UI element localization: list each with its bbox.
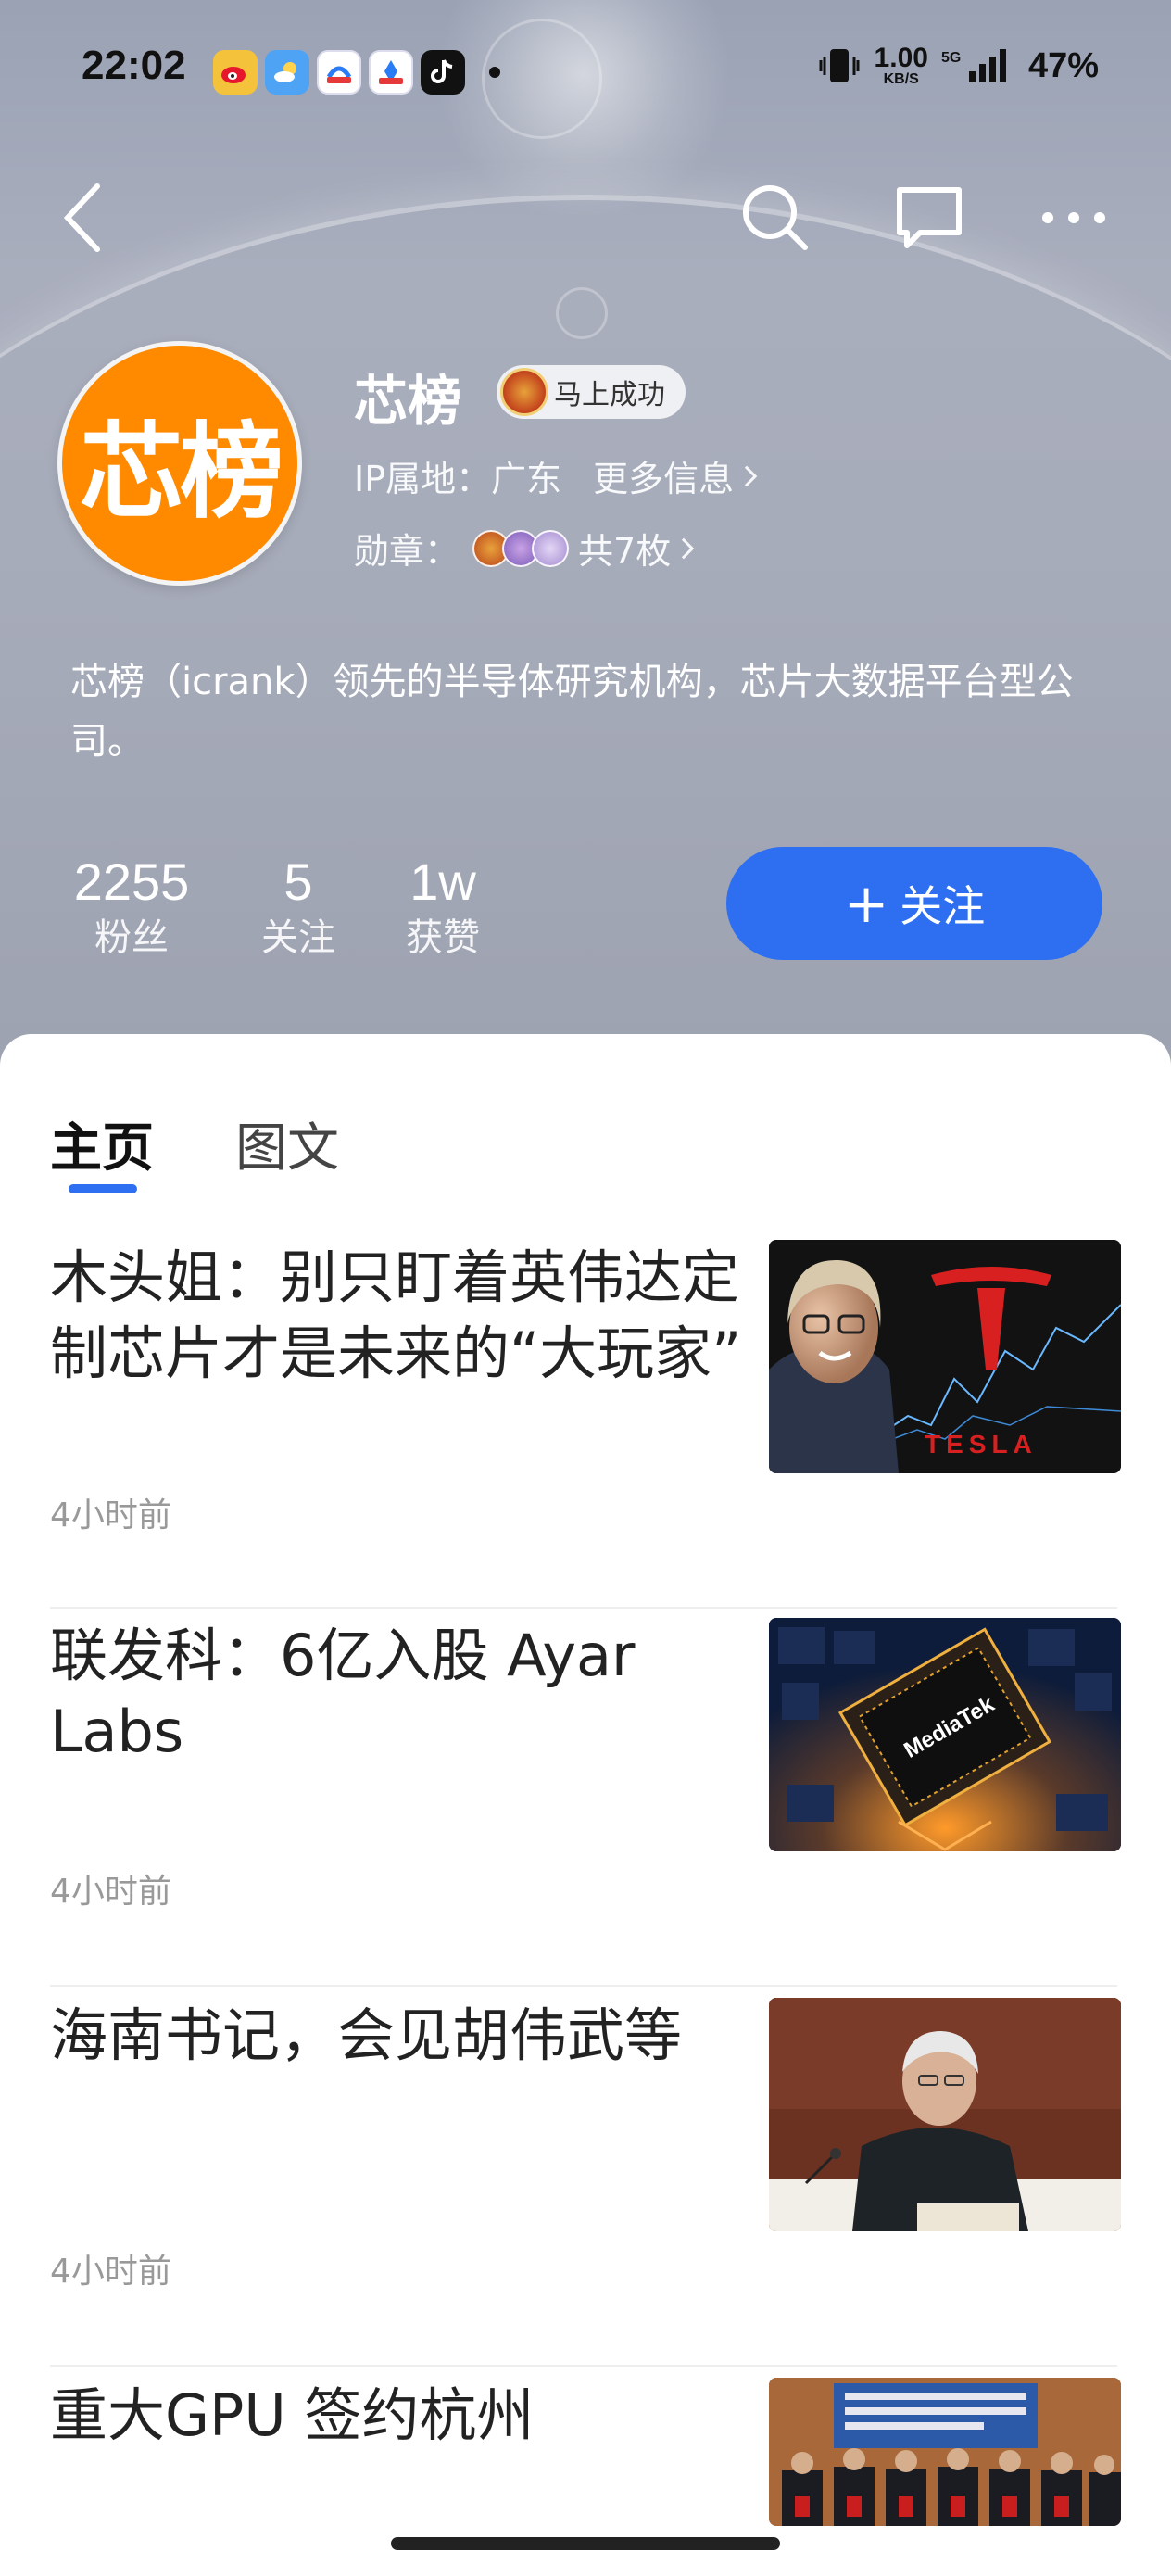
mediatek-chip-image: MediaTek: [769, 1618, 1121, 1851]
article-time: 4小时前: [50, 1873, 171, 1911]
badges-count: 共7枚: [578, 531, 672, 572]
title-medal-icon: [500, 368, 548, 416]
home-indicator[interactable]: [391, 2537, 780, 2550]
article-title: 重大GPU 签约杭州: [50, 2381, 535, 2449]
network-speed: 1.00 KB/S: [875, 44, 928, 87]
weather-app-icon: [265, 50, 309, 95]
more-icon: [1042, 212, 1105, 223]
article-thumbnail: [769, 2378, 1121, 2526]
ip-location: IP属地：广东: [354, 459, 562, 499]
network-speed-value: 1.00: [874, 43, 928, 73]
article-thumbnail: [769, 1998, 1121, 2231]
message-icon: [897, 187, 962, 248]
stat-likes: 1w 获赞: [387, 852, 498, 964]
article-thumbnail: MediaTek: [769, 1618, 1121, 1851]
stat-value: 5: [283, 852, 313, 911]
article-item[interactable]: 海南书记，会见胡伟武等 4小时前: [50, 1998, 1121, 2368]
avatar-text: 芯榜: [80, 412, 283, 533]
badges-row[interactable]: 勋章： 共7枚: [354, 523, 695, 574]
active-tab-indicator: [69, 1184, 137, 1193]
network-speed-unit: KB/S: [883, 71, 919, 87]
profile-screen: 22:02 1.00 KB/S 5G 47% 芯榜 芯榜 马上成功 IP属地：广…: [0, 0, 1171, 2576]
article-time: 4小时前: [50, 1496, 171, 1534]
thumb-tesla-text: TESLA: [925, 1430, 1038, 1458]
tiktok-app-icon: [421, 50, 465, 95]
status-bar: 22:02 1.00 KB/S 5G 47%: [0, 37, 1171, 102]
stat-followers[interactable]: 2255 粉丝: [67, 852, 196, 964]
article-title: 联发科：6亿入股 Ayar Labs: [50, 1622, 636, 1765]
health-app-icon: [369, 50, 413, 95]
article-item[interactable]: 木头姐：别只盯着英伟达定制芯片才是未来的“大玩家” 4小时前 TESLA: [50, 1240, 1121, 1610]
back-button[interactable]: [43, 176, 126, 259]
follow-button-label: 关注: [900, 881, 986, 931]
more-notifications-dot: [489, 67, 500, 78]
shopping-app-icon: [317, 50, 361, 95]
tab-home[interactable]: 主页: [50, 1106, 154, 1181]
profile-bio: 芯榜（icrank）领先的半导体研究机构，芯片大数据平台型公司。: [70, 661, 1074, 763]
profile-name: 芯榜: [354, 370, 462, 433]
stat-value: 2255: [73, 852, 190, 911]
medal-icon: [532, 529, 570, 567]
battery-level: 47%: [1027, 45, 1099, 85]
article-title: 木头姐：别只盯着英伟达定制芯片才是未来的“大玩家”: [50, 1244, 742, 1387]
badges-label: 勋章：: [354, 531, 460, 572]
stat-value: 1w: [409, 852, 476, 911]
title-badge-label: 马上成功: [554, 379, 665, 411]
meeting-photo-image: [769, 1998, 1121, 2231]
article-divider: [50, 1985, 1117, 1987]
badge-medals: [472, 529, 570, 567]
plus-icon: +: [843, 872, 889, 935]
stat-label: 粉丝: [94, 916, 169, 959]
ip-location-row: IP属地：广东 更多信息: [354, 450, 758, 501]
chevron-right-icon: [673, 537, 695, 559]
article-divider: [50, 1607, 1117, 1609]
stat-label: 关注: [261, 916, 335, 959]
article-time: 4小时前: [50, 2253, 171, 2291]
search-icon: [743, 185, 808, 250]
network-type: 5G: [941, 50, 961, 66]
article-item[interactable]: 联发科：6亿入股 Ayar Labs 4小时前 MediaTek: [50, 1618, 1121, 1989]
message-button[interactable]: [888, 176, 971, 259]
weibo-app-icon: [213, 50, 258, 95]
back-icon: [63, 183, 100, 252]
more-button[interactable]: [1032, 176, 1115, 259]
bubble-decoration: [556, 287, 608, 339]
content-card: 主页 图文 木头姐：别只盯着英伟达定制芯片才是未来的“大玩家” 4小时前 TES…: [0, 1034, 1171, 2576]
status-indicators: 1.00 KB/S 5G 47%: [817, 44, 1099, 87]
article-title: 海南书记，会见胡伟武等: [50, 2001, 683, 2069]
status-time: 22:02: [82, 43, 186, 88]
avatar[interactable]: 芯榜: [57, 341, 302, 586]
vibrate-icon: [819, 49, 860, 82]
chevron-right-icon: [736, 465, 758, 486]
tesla-chart-image: TESLA: [769, 1240, 1121, 1473]
signal-5g-icon: 5G: [941, 49, 1006, 82]
signing-ceremony-image: [769, 2378, 1121, 2526]
title-badge[interactable]: 马上成功: [497, 365, 686, 419]
more-info-label: 更多信息: [593, 459, 735, 499]
tab-articles[interactable]: 图文: [235, 1106, 339, 1181]
notification-app-icons: [213, 50, 500, 95]
article-divider: [50, 2365, 1117, 2367]
article-thumbnail: TESLA: [769, 1240, 1121, 1473]
search-button[interactable]: [734, 176, 817, 259]
stat-label: 获赞: [406, 916, 480, 959]
stat-following[interactable]: 5 关注: [243, 852, 354, 964]
more-info-link[interactable]: 更多信息: [593, 450, 758, 501]
follow-button[interactable]: + 关注: [726, 847, 1102, 960]
